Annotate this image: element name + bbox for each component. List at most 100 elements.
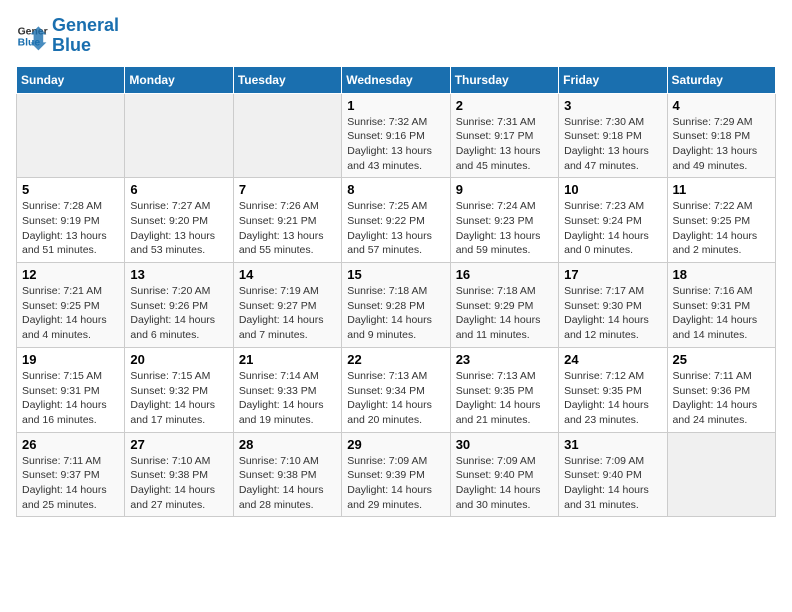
- calendar-day-3: 3Sunrise: 7:30 AMSunset: 9:18 PMDaylight…: [559, 93, 667, 178]
- calendar-empty-cell: [125, 93, 233, 178]
- weekday-header-saturday: Saturday: [667, 66, 775, 93]
- weekday-header-thursday: Thursday: [450, 66, 558, 93]
- logo: General Blue General Blue: [16, 16, 119, 56]
- calendar-day-12: 12 Sunrise: 7:21 AMSunset: 9:25 PMDayligh…: [17, 263, 125, 348]
- day-info: Sunrise: 7:09 AMSunset: 9:39 PMDaylight:…: [347, 454, 444, 513]
- calendar-day-29: 29 Sunrise: 7:09 AMSunset: 9:39 PMDayligh…: [342, 432, 450, 517]
- calendar-empty-cell: [233, 93, 341, 178]
- day-number: 20: [130, 352, 227, 367]
- day-number: 6: [130, 182, 227, 197]
- calendar-day-11: 11 Sunrise: 7:22 AMSunset: 9:25 PMDayligh…: [667, 178, 775, 263]
- weekday-header-wednesday: Wednesday: [342, 66, 450, 93]
- day-number: 5: [22, 182, 119, 197]
- calendar-day-22: 22Sunrise: 7:13 AMSunset: 9:34 PMDayligh…: [342, 347, 450, 432]
- day-info: Sunrise: 7:15 AMSunset: 9:32 PMDaylight:…: [130, 369, 227, 428]
- day-number: 24: [564, 352, 661, 367]
- logo-icon: General Blue: [16, 20, 48, 52]
- calendar-day-31: 31Sunrise: 7:09 AMSunset: 9:40 PMDayligh…: [559, 432, 667, 517]
- day-info: Sunrise: 7:32 AMSunset: 9:16 PMDaylight:…: [347, 115, 444, 174]
- day-number: 30: [456, 437, 553, 452]
- calendar-day-18: 18 Sunrise: 7:16 AMSunset: 9:31 PMDayligh…: [667, 263, 775, 348]
- calendar-day-1: 1 Sunrise: 7:32 AMSunset: 9:16 PMDaylight…: [342, 93, 450, 178]
- calendar-day-8: 8Sunrise: 7:25 AMSunset: 9:22 PMDaylight…: [342, 178, 450, 263]
- day-number: 7: [239, 182, 336, 197]
- day-info: Sunrise: 7:29 AMSunset: 9:18 PMDaylight:…: [673, 115, 770, 174]
- day-number: 10: [564, 182, 661, 197]
- calendar-week-4: 19 Sunrise: 7:15 AMSunset: 9:31 PMDayligh…: [17, 347, 776, 432]
- day-number: 21: [239, 352, 336, 367]
- day-info: Sunrise: 7:18 AMSunset: 9:28 PMDaylight:…: [347, 284, 444, 343]
- calendar-day-9: 9Sunrise: 7:24 AMSunset: 9:23 PMDaylight…: [450, 178, 558, 263]
- calendar-week-1: 1 Sunrise: 7:32 AMSunset: 9:16 PMDaylight…: [17, 93, 776, 178]
- day-info: Sunrise: 7:19 AMSunset: 9:27 PMDaylight:…: [239, 284, 336, 343]
- calendar-day-21: 21 Sunrise: 7:14 AMSunset: 9:33 PMDayligh…: [233, 347, 341, 432]
- day-number: 2: [456, 98, 553, 113]
- calendar-day-5: 5 Sunrise: 7:28 AMSunset: 9:19 PMDaylight…: [17, 178, 125, 263]
- day-number: 1: [347, 98, 444, 113]
- day-info: Sunrise: 7:10 AMSunset: 9:38 PMDaylight:…: [239, 454, 336, 513]
- calendar-week-3: 12 Sunrise: 7:21 AMSunset: 9:25 PMDayligh…: [17, 263, 776, 348]
- day-info: Sunrise: 7:10 AMSunset: 9:38 PMDaylight:…: [130, 454, 227, 513]
- calendar-day-7: 7 Sunrise: 7:26 AMSunset: 9:21 PMDaylight…: [233, 178, 341, 263]
- day-info: Sunrise: 7:24 AMSunset: 9:23 PMDaylight:…: [456, 199, 553, 258]
- calendar-empty-cell: [667, 432, 775, 517]
- page-header: General Blue General Blue: [16, 16, 776, 56]
- day-number: 28: [239, 437, 336, 452]
- day-number: 26: [22, 437, 119, 452]
- calendar-body: 1 Sunrise: 7:32 AMSunset: 9:16 PMDaylight…: [17, 93, 776, 517]
- calendar-day-10: 10 Sunrise: 7:23 AMSunset: 9:24 PMDayligh…: [559, 178, 667, 263]
- day-number: 31: [564, 437, 661, 452]
- day-info: Sunrise: 7:14 AMSunset: 9:33 PMDaylight:…: [239, 369, 336, 428]
- day-info: Sunrise: 7:13 AMSunset: 9:34 PMDaylight:…: [347, 369, 444, 428]
- day-number: 15: [347, 267, 444, 282]
- day-info: Sunrise: 7:11 AMSunset: 9:37 PMDaylight:…: [22, 454, 119, 513]
- day-info: Sunrise: 7:18 AMSunset: 9:29 PMDaylight:…: [456, 284, 553, 343]
- calendar-day-2: 2Sunrise: 7:31 AMSunset: 9:17 PMDaylight…: [450, 93, 558, 178]
- day-number: 14: [239, 267, 336, 282]
- day-info: Sunrise: 7:16 AMSunset: 9:31 PMDaylight:…: [673, 284, 770, 343]
- logo-text-blue: Blue: [52, 36, 119, 56]
- day-number: 29: [347, 437, 444, 452]
- day-number: 18: [673, 267, 770, 282]
- weekday-header-friday: Friday: [559, 66, 667, 93]
- calendar-day-6: 6Sunrise: 7:27 AMSunset: 9:20 PMDaylight…: [125, 178, 233, 263]
- day-info: Sunrise: 7:11 AMSunset: 9:36 PMDaylight:…: [673, 369, 770, 428]
- calendar-day-20: 20 Sunrise: 7:15 AMSunset: 9:32 PMDayligh…: [125, 347, 233, 432]
- day-number: 23: [456, 352, 553, 367]
- day-number: 27: [130, 437, 227, 452]
- calendar-day-19: 19 Sunrise: 7:15 AMSunset: 9:31 PMDayligh…: [17, 347, 125, 432]
- calendar-day-27: 27 Sunrise: 7:10 AMSunset: 9:38 PMDayligh…: [125, 432, 233, 517]
- day-number: 11: [673, 182, 770, 197]
- calendar-day-15: 15 Sunrise: 7:18 AMSunset: 9:28 PMDayligh…: [342, 263, 450, 348]
- calendar-day-23: 23 Sunrise: 7:13 AMSunset: 9:35 PMDayligh…: [450, 347, 558, 432]
- day-info: Sunrise: 7:25 AMSunset: 9:22 PMDaylight:…: [347, 199, 444, 258]
- calendar-day-17: 17 Sunrise: 7:17 AMSunset: 9:30 PMDayligh…: [559, 263, 667, 348]
- day-info: Sunrise: 7:23 AMSunset: 9:24 PMDaylight:…: [564, 199, 661, 258]
- calendar-day-28: 28 Sunrise: 7:10 AMSunset: 9:38 PMDayligh…: [233, 432, 341, 517]
- calendar-day-16: 16 Sunrise: 7:18 AMSunset: 9:29 PMDayligh…: [450, 263, 558, 348]
- calendar-empty-cell: [17, 93, 125, 178]
- day-info: Sunrise: 7:26 AMSunset: 9:21 PMDaylight:…: [239, 199, 336, 258]
- day-info: Sunrise: 7:09 AMSunset: 9:40 PMDaylight:…: [456, 454, 553, 513]
- day-number: 13: [130, 267, 227, 282]
- day-info: Sunrise: 7:13 AMSunset: 9:35 PMDaylight:…: [456, 369, 553, 428]
- day-info: Sunrise: 7:28 AMSunset: 9:19 PMDaylight:…: [22, 199, 119, 258]
- day-number: 17: [564, 267, 661, 282]
- calendar-table: SundayMondayTuesdayWednesdayThursdayFrid…: [16, 66, 776, 518]
- weekday-header-tuesday: Tuesday: [233, 66, 341, 93]
- weekday-header-sunday: Sunday: [17, 66, 125, 93]
- day-info: Sunrise: 7:17 AMSunset: 9:30 PMDaylight:…: [564, 284, 661, 343]
- calendar-day-26: 26 Sunrise: 7:11 AMSunset: 9:37 PMDayligh…: [17, 432, 125, 517]
- day-info: Sunrise: 7:15 AMSunset: 9:31 PMDaylight:…: [22, 369, 119, 428]
- day-info: Sunrise: 7:22 AMSunset: 9:25 PMDaylight:…: [673, 199, 770, 258]
- day-info: Sunrise: 7:12 AMSunset: 9:35 PMDaylight:…: [564, 369, 661, 428]
- calendar-day-25: 25Sunrise: 7:11 AMSunset: 9:36 PMDayligh…: [667, 347, 775, 432]
- day-number: 12: [22, 267, 119, 282]
- day-number: 3: [564, 98, 661, 113]
- calendar-day-30: 30 Sunrise: 7:09 AMSunset: 9:40 PMDayligh…: [450, 432, 558, 517]
- day-number: 16: [456, 267, 553, 282]
- day-info: Sunrise: 7:21 AMSunset: 9:25 PMDaylight:…: [22, 284, 119, 343]
- calendar-day-14: 14 Sunrise: 7:19 AMSunset: 9:27 PMDayligh…: [233, 263, 341, 348]
- day-number: 19: [22, 352, 119, 367]
- day-info: Sunrise: 7:20 AMSunset: 9:26 PMDaylight:…: [130, 284, 227, 343]
